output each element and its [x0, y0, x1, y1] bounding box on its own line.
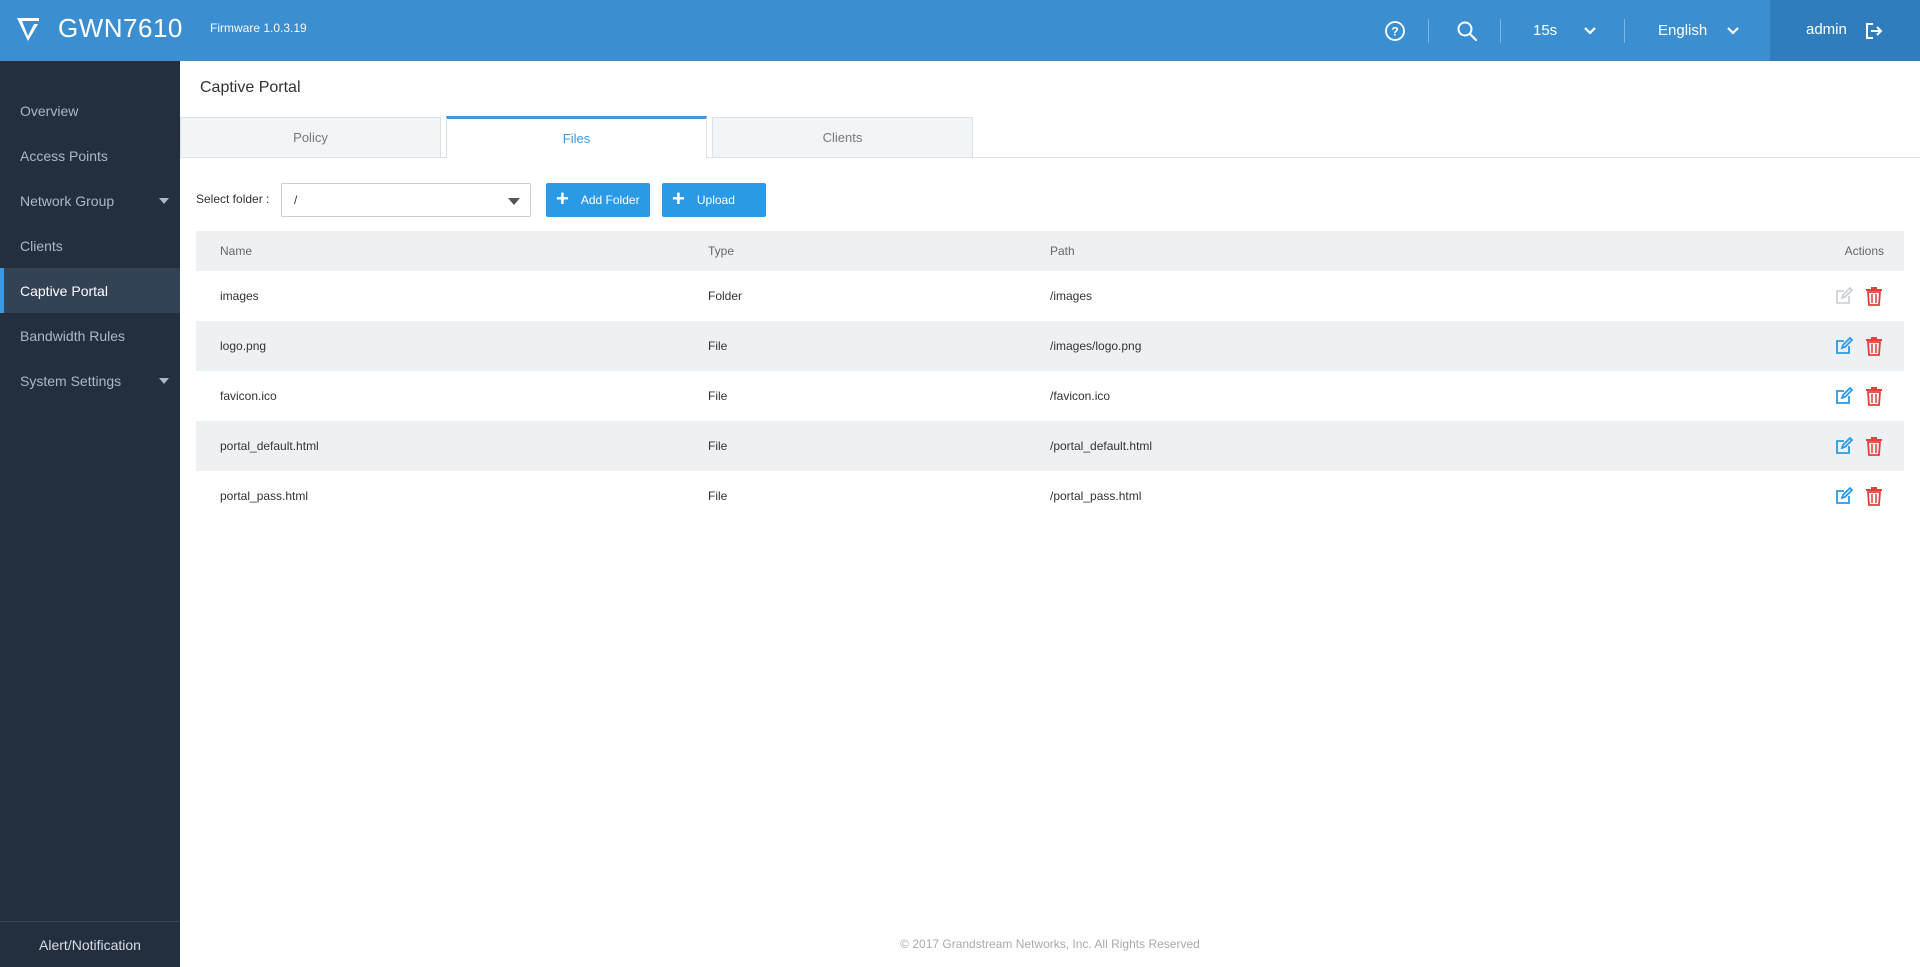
sidebar-item-captive-portal[interactable]: Captive Portal — [0, 268, 180, 313]
file-path: /portal_pass.html — [1050, 489, 1142, 503]
help-icon: ? — [1385, 20, 1405, 41]
header-path: Path — [1050, 244, 1075, 258]
help-button[interactable]: ? — [1384, 0, 1406, 61]
add-folder-label: Add Folder — [580, 193, 640, 207]
folder-select-value: / — [294, 193, 298, 207]
file-name: portal_pass.html — [220, 489, 309, 503]
row-actions — [1834, 471, 1884, 521]
header-divider — [1500, 19, 1501, 43]
file-name: logo.png — [220, 339, 267, 353]
header-type: Type — [708, 244, 735, 258]
language-dropdown[interactable]: English — [1658, 0, 1778, 61]
file-type: File — [708, 489, 728, 503]
sidebar-item-clients[interactable]: Clients — [0, 223, 180, 268]
caret-down-icon — [159, 198, 169, 204]
select-folder-label: Select folder : — [196, 192, 270, 206]
upload-button[interactable]: + Upload — [662, 183, 766, 217]
firmware-version: Firmware 1.0.3.19 — [210, 21, 307, 35]
user-area: admin — [1770, 0, 1920, 61]
alert-notification-button[interactable]: Alert/Notification — [0, 921, 180, 967]
sidebar-item-system-settings[interactable]: System Settings — [0, 358, 180, 403]
file-path: /favicon.ico — [1050, 389, 1111, 403]
refresh-interval-dropdown[interactable]: 15s — [1533, 0, 1633, 61]
table-row: favicon.ico File /favicon.ico — [196, 371, 1904, 421]
sidebar-item-access-points[interactable]: Access Points — [0, 133, 180, 178]
sidebar-item-label: Overview — [20, 102, 79, 119]
tab-policy[interactable]: Policy — [180, 117, 441, 157]
user-name: admin — [1806, 21, 1847, 38]
table-row: logo.png File /images/logo.png — [196, 321, 1904, 371]
edit-icon[interactable] — [1834, 486, 1854, 506]
add-folder-button[interactable]: + Add Folder — [546, 183, 650, 217]
row-actions — [1834, 321, 1884, 371]
edit-icon[interactable] — [1834, 386, 1854, 406]
refresh-interval-value: 15s — [1533, 22, 1558, 39]
delete-icon[interactable] — [1864, 336, 1884, 356]
tab-bar: Policy Files Clients — [180, 116, 1920, 158]
file-path: /images — [1050, 289, 1093, 303]
sidebar-item-label: Captive Portal — [20, 282, 108, 299]
top-header: GWN7610 Firmware 1.0.3.19 ? 15s English … — [0, 0, 1920, 61]
caret-down-icon — [159, 378, 169, 384]
upload-label: Upload — [696, 193, 735, 207]
row-actions — [1834, 421, 1884, 471]
page-title: Captive Portal — [200, 79, 301, 96]
grandstream-logo-icon — [17, 18, 39, 41]
edit-icon[interactable] — [1834, 336, 1854, 356]
plus-icon: + — [556, 186, 569, 211]
table-header: Name Type Path Actions — [196, 231, 1904, 271]
sidebar: Overview Access Points Network Group Cli… — [0, 61, 180, 967]
table-row: images Folder /images — [196, 271, 1904, 321]
chevron-down-icon — [1727, 26, 1739, 35]
edit-icon[interactable] — [1834, 436, 1854, 456]
delete-icon[interactable] — [1864, 436, 1884, 456]
file-type: File — [708, 339, 728, 353]
file-type: File — [708, 389, 728, 403]
header-divider — [1624, 19, 1625, 43]
file-path: /portal_default.html — [1050, 439, 1153, 453]
header-divider — [1428, 19, 1429, 43]
sidebar-item-label: System Settings — [20, 372, 122, 389]
logout-icon[interactable] — [1864, 21, 1884, 41]
sidebar-item-label: Clients — [20, 237, 63, 254]
folder-select[interactable]: / — [281, 183, 531, 217]
search-icon — [1457, 21, 1478, 41]
row-actions — [1834, 371, 1884, 421]
table-row: portal_default.html File /portal_default… — [196, 421, 1904, 471]
caret-down-icon — [508, 198, 520, 205]
sidebar-item-network-group[interactable]: Network Group — [0, 178, 180, 223]
chevron-down-icon — [1584, 26, 1596, 35]
file-name: images — [220, 289, 259, 303]
delete-icon[interactable] — [1864, 286, 1884, 306]
file-type: File — [708, 439, 728, 453]
delete-icon[interactable] — [1864, 386, 1884, 406]
edit-icon — [1836, 286, 1854, 304]
file-path: /images/logo.png — [1050, 339, 1142, 353]
sidebar-item-label: Bandwidth Rules — [20, 327, 126, 344]
svg-text:?: ? — [1391, 24, 1398, 38]
language-value: English — [1658, 22, 1708, 39]
header-actions: Actions — [1844, 244, 1884, 258]
search-button[interactable] — [1456, 0, 1478, 61]
header-name: Name — [220, 244, 253, 258]
delete-icon[interactable] — [1864, 486, 1884, 506]
sidebar-item-label: Access Points — [20, 147, 108, 164]
sidebar-item-bandwidth-rules[interactable]: Bandwidth Rules — [0, 313, 180, 358]
sidebar-item-label: Network Group — [20, 192, 115, 209]
table-row: portal_pass.html File /portal_pass.html — [196, 471, 1904, 521]
plus-icon: + — [672, 186, 685, 211]
brand-name: GWN7610 — [58, 13, 183, 43]
file-name: portal_default.html — [220, 439, 319, 453]
tab-clients[interactable]: Clients — [712, 117, 973, 157]
copyright-footer: © 2017 Grandstream Networks, Inc. All Ri… — [900, 937, 1200, 951]
files-table: Name Type Path Actions images Folder /im… — [196, 231, 1904, 521]
row-actions — [1834, 271, 1884, 321]
file-name: favicon.ico — [220, 389, 277, 403]
sidebar-item-overview[interactable]: Overview — [0, 88, 180, 133]
file-type: Folder — [708, 289, 743, 303]
tab-files[interactable]: Files — [446, 116, 707, 158]
